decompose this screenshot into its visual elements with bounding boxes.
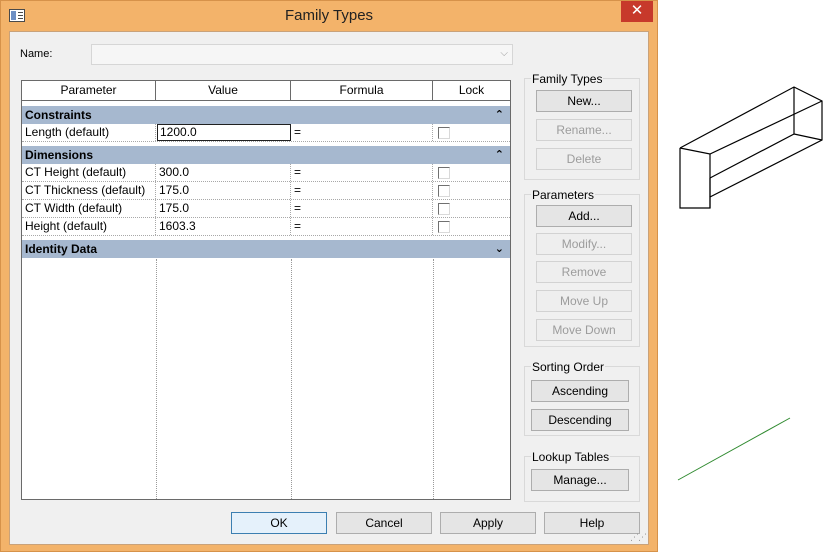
rename-type-button[interactable]: Rename... [536, 119, 632, 141]
reference-line [677, 417, 791, 481]
add-parameter-button[interactable]: Add... [536, 205, 632, 227]
table-row[interactable]: Length (default) 1200.0 = [22, 124, 510, 142]
manage-lookup-button[interactable]: Manage... [531, 469, 629, 491]
parameter-grid[interactable]: Parameter Value Formula Lock Constraints… [21, 80, 511, 500]
close-button[interactable]: ✕ [621, 1, 653, 22]
name-combo-box[interactable]: ⌵ [91, 44, 513, 65]
parameter-name: Length (default) [22, 124, 156, 141]
chevron-down-icon: ⌵ [500, 48, 508, 59]
move-up-button[interactable]: Move Up [536, 290, 632, 312]
group-header-identity-data[interactable]: Identity Data ⌄ [22, 240, 510, 258]
descending-button[interactable]: Descending [531, 409, 629, 431]
table-row[interactable]: CT Height (default) 300.0 = [22, 164, 510, 182]
resize-grip-icon[interactable]: ⋰⋰ [630, 532, 647, 543]
delete-type-button[interactable]: Delete [536, 148, 632, 170]
lock-cell [433, 164, 510, 181]
column-header-value[interactable]: Value [156, 81, 291, 100]
remove-parameter-button[interactable]: Remove [536, 261, 632, 283]
value-cell[interactable]: 175.0 [156, 182, 291, 199]
formula-cell[interactable]: = [291, 218, 433, 235]
group-label: Identity Data [25, 242, 98, 256]
parameter-name: CT Height (default) [22, 164, 156, 181]
formula-cell[interactable]: = [291, 200, 433, 217]
dialog-client-area: Name: ⌵ Parameter Value Formula Lock Con… [9, 31, 649, 545]
lock-cell [433, 182, 510, 199]
lock-checkbox[interactable] [438, 185, 450, 197]
name-label: Name: [20, 48, 53, 60]
new-type-button[interactable]: New... [536, 90, 632, 112]
group-header-constraints[interactable]: Constraints ⌃ [22, 106, 510, 124]
modify-parameter-button[interactable]: Modify... [536, 233, 632, 255]
family-types-label: Family Types [531, 72, 604, 86]
family-preview-view[interactable] [670, 70, 830, 490]
parameter-name: CT Width (default) [22, 200, 156, 217]
group-header-dimensions[interactable]: Dimensions ⌃ [22, 146, 510, 164]
ascending-button[interactable]: Ascending [531, 380, 629, 402]
grid-header: Parameter Value Formula Lock [22, 81, 510, 101]
lookup-tables-label: Lookup Tables [531, 450, 611, 464]
move-down-button[interactable]: Move Down [536, 319, 632, 341]
formula-cell[interactable]: = [291, 124, 433, 141]
column-divider [156, 259, 157, 499]
lock-cell [433, 124, 510, 141]
apply-button[interactable]: Apply [440, 512, 536, 534]
cancel-button[interactable]: Cancel [336, 512, 432, 534]
table-row[interactable]: CT Width (default) 175.0 = [22, 200, 510, 218]
collapse-up-icon[interactable]: ⌃ [495, 106, 504, 124]
lock-checkbox[interactable] [438, 127, 450, 139]
table-row[interactable]: Height (default) 1603.3 = [22, 218, 510, 236]
lock-cell [433, 200, 510, 217]
column-header-parameter[interactable]: Parameter [22, 81, 156, 100]
value-cell[interactable]: 175.0 [156, 200, 291, 217]
value-cell[interactable]: 300.0 [156, 164, 291, 181]
ok-button[interactable]: OK [231, 512, 327, 534]
sorting-order-label: Sorting Order [531, 360, 606, 374]
formula-cell[interactable]: = [291, 164, 433, 181]
group-label: Constraints [25, 108, 92, 122]
parameters-label: Parameters [531, 188, 596, 202]
help-button[interactable]: Help [544, 512, 640, 534]
lock-checkbox[interactable] [438, 203, 450, 215]
window-title: Family Types [284, 7, 374, 24]
column-header-formula[interactable]: Formula [291, 81, 433, 100]
formula-cell[interactable]: = [291, 182, 433, 199]
column-divider [433, 259, 434, 499]
parameter-name: CT Thickness (default) [22, 182, 156, 199]
title-bar[interactable]: Family Types ✕ [1, 1, 657, 31]
collapse-up-icon[interactable]: ⌃ [495, 146, 504, 164]
lock-checkbox[interactable] [438, 221, 450, 233]
expand-down-icon[interactable]: ⌄ [495, 240, 504, 258]
group-label: Dimensions [25, 148, 94, 162]
family-types-dialog: Family Types ✕ Name: ⌵ Parameter Value F… [0, 0, 658, 552]
value-cell[interactable]: 1603.3 [156, 218, 291, 235]
value-input[interactable]: 1200.0 [157, 124, 291, 141]
column-divider [291, 259, 292, 499]
column-header-lock[interactable]: Lock [433, 81, 510, 100]
lock-checkbox[interactable] [438, 167, 450, 179]
parameter-name: Height (default) [22, 218, 156, 235]
lock-cell [433, 218, 510, 235]
channel-shape-preview [679, 86, 823, 209]
table-row[interactable]: CT Thickness (default) 175.0 = [22, 182, 510, 200]
